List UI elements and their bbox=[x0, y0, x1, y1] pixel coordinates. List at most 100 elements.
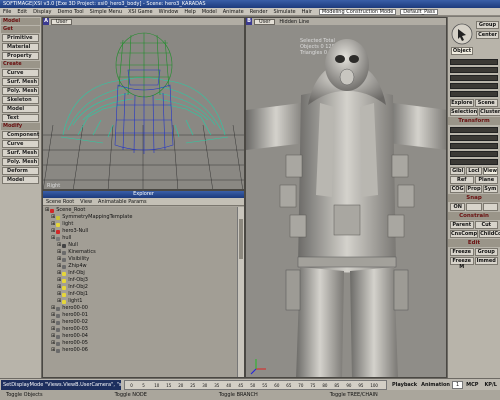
property-button[interactable]: Property bbox=[2, 52, 39, 60]
selection-slot[interactable] bbox=[450, 67, 498, 73]
expand-icon[interactable]: ⊞ bbox=[51, 228, 55, 235]
mcp-tab[interactable]: MCP bbox=[463, 382, 481, 388]
explorer-view-menu[interactable]: View bbox=[77, 199, 95, 205]
section-get-header[interactable]: Get bbox=[1, 26, 40, 33]
model-button[interactable]: Model bbox=[2, 105, 39, 113]
expand-icon[interactable]: ⊞ bbox=[51, 221, 55, 228]
cog-button[interactable]: COG bbox=[450, 185, 466, 193]
freeze-button[interactable]: Freeze bbox=[450, 248, 474, 256]
tree-node[interactable]: ⊞ hero00-02 bbox=[45, 319, 237, 326]
expand-icon[interactable]: ⊞ bbox=[57, 291, 61, 298]
object-button[interactable]: Object bbox=[451, 47, 473, 55]
expand-icon[interactable]: ⊞ bbox=[57, 256, 61, 263]
tree-node[interactable]: ⊞ hero00-00 bbox=[45, 305, 237, 312]
model-button[interactable]: Model bbox=[2, 176, 39, 184]
viewport-a[interactable]: A User Right bbox=[42, 17, 245, 190]
tree-node[interactable]: ⊞ Null bbox=[45, 242, 237, 249]
view-button[interactable]: View bbox=[482, 167, 499, 175]
section-model-header[interactable]: Model bbox=[1, 18, 40, 25]
transform-slot[interactable] bbox=[450, 127, 498, 133]
kpl-tab[interactable]: KP/L bbox=[481, 382, 500, 388]
parent-button[interactable]: Parent bbox=[450, 221, 474, 229]
expand-icon[interactable]: ⊞ bbox=[51, 319, 55, 326]
immed-button[interactable]: Immed bbox=[474, 257, 498, 265]
global-button[interactable]: Glbl bbox=[450, 167, 466, 175]
plane-button[interactable]: Plane bbox=[474, 176, 498, 184]
menu-hair[interactable]: Hair bbox=[299, 9, 315, 15]
animation-menu[interactable]: Animation bbox=[419, 382, 452, 388]
explorer-filter-menu[interactable]: Animatable Params bbox=[95, 199, 150, 205]
frame-field[interactable]: 1 bbox=[451, 380, 464, 389]
selection-slot[interactable] bbox=[450, 59, 498, 65]
tree-node[interactable]: ⊞ Inf-Obj1 bbox=[45, 291, 237, 298]
poly-mesh-button[interactable]: Poly. Mesh bbox=[2, 158, 39, 166]
tree-node[interactable]: ⊞ Visibility bbox=[45, 256, 237, 263]
childcomp-button[interactable]: ChildComp bbox=[479, 230, 500, 238]
transform-slot[interactable] bbox=[450, 151, 498, 157]
tree-node[interactable]: ⊞ Inf-Obj2 bbox=[45, 284, 237, 291]
select-arrow-icon[interactable] bbox=[451, 23, 473, 45]
selection-slot[interactable] bbox=[450, 91, 498, 97]
expand-icon[interactable]: ⊞ bbox=[57, 263, 61, 270]
component-button[interactable]: Component bbox=[2, 131, 39, 139]
explore-button[interactable]: Explore bbox=[450, 99, 474, 107]
transform-slot[interactable] bbox=[450, 143, 498, 149]
menu-demo-tool[interactable]: Demo Tool bbox=[55, 9, 87, 15]
menu-model[interactable]: Model bbox=[199, 9, 220, 15]
explorer-scrollbar[interactable] bbox=[237, 207, 244, 377]
scrollbar-thumb[interactable] bbox=[239, 219, 243, 259]
tree-node[interactable]: ⊞ Kinematics bbox=[45, 249, 237, 256]
timeline-ruler[interactable]: 0 5 10 15 20 25 30 35 40 45 50 55 60 65 70 75 80 85 90 95 10… bbox=[124, 379, 387, 390]
tree-node[interactable]: ⊞ hero00-03 bbox=[45, 326, 237, 333]
center-button[interactable]: Center bbox=[476, 31, 499, 39]
menu-xsi-game[interactable]: XSI Game bbox=[125, 9, 156, 15]
clusters-button[interactable]: Clusters bbox=[479, 108, 500, 116]
expand-icon[interactable]: ⊞ bbox=[51, 340, 55, 347]
cut-button[interactable]: Cut bbox=[474, 221, 498, 229]
group-edit-button[interactable]: Group bbox=[474, 248, 498, 256]
transform-slot[interactable] bbox=[450, 159, 498, 165]
text-button[interactable]: Text bbox=[2, 114, 39, 122]
menu-edit[interactable]: Edit bbox=[14, 9, 30, 15]
material-button[interactable]: Material bbox=[2, 43, 39, 51]
pass-field[interactable]: Default_Pass bbox=[400, 8, 439, 15]
expand-icon[interactable]: ⊞ bbox=[51, 305, 55, 312]
tree-node[interactable]: ⊞ hero00-06 bbox=[45, 347, 237, 354]
group-button[interactable]: Group bbox=[476, 21, 499, 29]
skeleton-button[interactable]: Skeleton bbox=[2, 96, 39, 104]
command-line[interactable]: SetDisplayMode "Views.ViewB.UserCamera",… bbox=[1, 379, 121, 390]
menu-simple-menu[interactable]: Simple Menu bbox=[87, 9, 125, 15]
menu-file[interactable]: File bbox=[0, 9, 14, 15]
prop-button[interactable]: Prop bbox=[466, 185, 482, 193]
tree-node[interactable]: ⊞ Zhip4w bbox=[45, 263, 237, 270]
expand-icon[interactable]: ⊞ bbox=[57, 249, 61, 256]
expand-icon[interactable]: ⊞ bbox=[57, 270, 61, 277]
primitive-button[interactable]: Primitive bbox=[2, 34, 39, 42]
tree-node[interactable]: ⊞ hero00-04 bbox=[45, 333, 237, 340]
tree-node[interactable]: ⊞ Inf-Obj3 bbox=[45, 277, 237, 284]
expand-icon[interactable]: ⊞ bbox=[51, 333, 55, 340]
tree-node[interactable]: ⊞ hero3-Null bbox=[45, 228, 237, 235]
curve-button[interactable]: Curve bbox=[2, 69, 39, 77]
expand-icon[interactable]: ⊞ bbox=[57, 284, 61, 291]
menu-animate[interactable]: Animate bbox=[220, 9, 247, 15]
mode-field[interactable]: Modeling Construction Mode bbox=[318, 8, 397, 15]
tree-node[interactable]: ⊞ hull bbox=[45, 235, 237, 242]
expand-icon[interactable]: ⊞ bbox=[45, 207, 49, 214]
menu-window[interactable]: Window bbox=[156, 9, 182, 15]
selection-button[interactable]: Selection bbox=[450, 108, 479, 116]
cnscomp-button[interactable]: CnsComp bbox=[450, 230, 479, 238]
viewport-b[interactable]: B User Hidden Line Selected Total Object… bbox=[245, 17, 447, 378]
section-modify-header[interactable]: Modify bbox=[1, 123, 40, 130]
surf-mesh-button[interactable]: Surf. Mesh bbox=[2, 149, 39, 157]
menu-render[interactable]: Render bbox=[247, 9, 271, 15]
expand-icon[interactable]: ⊞ bbox=[51, 312, 55, 319]
expand-icon[interactable]: ⊞ bbox=[57, 242, 61, 249]
sym-button[interactable]: Sym bbox=[482, 185, 498, 193]
scene-button[interactable]: Scene bbox=[474, 99, 498, 107]
ref-button[interactable]: Ref bbox=[450, 176, 474, 184]
poly-mesh-button[interactable]: Poly. Mesh bbox=[2, 87, 39, 95]
transform-slot[interactable] bbox=[450, 135, 498, 141]
playback-menu[interactable]: Playback bbox=[390, 382, 419, 388]
deform-button[interactable]: Deform bbox=[2, 167, 39, 175]
